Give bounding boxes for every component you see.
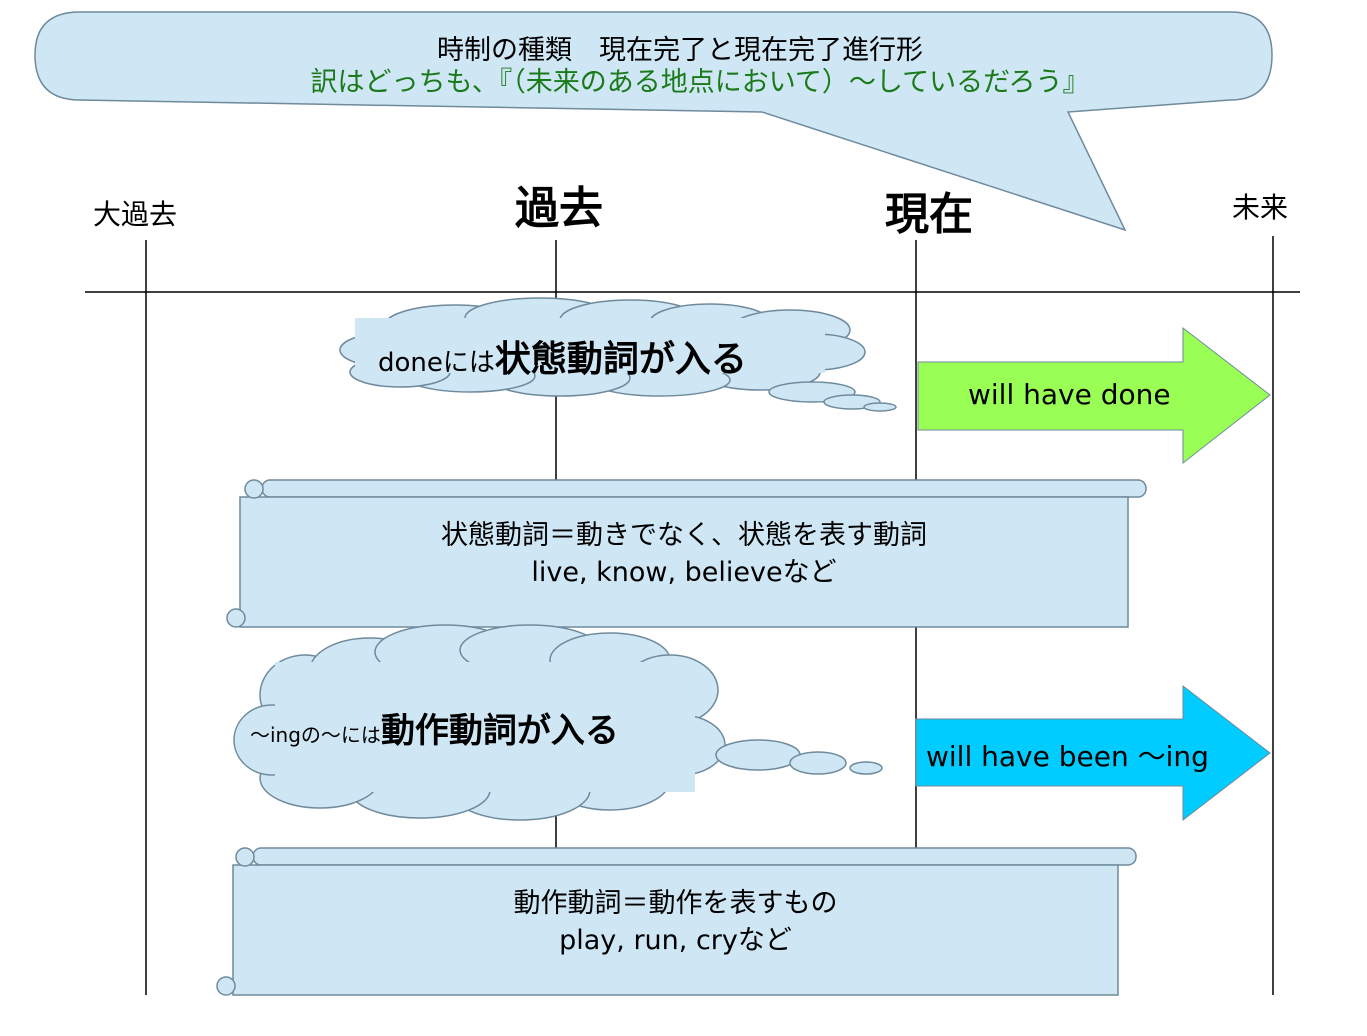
scroll-2-line-1: 動作動詞＝動作を表すもの <box>513 888 838 919</box>
scroll-1-text: 状態動詞＝動きでなく、状態を表す動詞 live, know, believeなど <box>240 517 1128 591</box>
scroll-2-line-2: play, run, cryなど <box>559 925 792 956</box>
label-genzai: 現在 <box>885 189 973 240</box>
scroll-1-line-1: 状態動詞＝動きでなく、状態を表す動詞 <box>441 520 927 551</box>
cloud-1-prefix: doneには <box>378 348 495 378</box>
label-daikako: 大過去 <box>93 198 178 231</box>
bubble-line-2: 訳はどっちも、『（未来のある地点において）～しているだろう』 <box>310 67 1090 98</box>
label-kako: 過去 <box>515 183 603 234</box>
arrow-2-label: will have been ～ing <box>926 740 1209 773</box>
diagram-canvas: 時制の種類 現在完了と現在完了進行形 訳はどっちも、『（未来のある地点において）… <box>0 0 1367 1036</box>
cloud-2-prefix: ～ingの～には <box>250 723 381 747</box>
label-mirai: 未来 <box>1232 191 1289 224</box>
cloud-2-bold: 動作動詞が入る <box>380 711 619 751</box>
scroll-1-line-2: live, know, believeなど <box>531 557 837 588</box>
cloud-1-text: doneには状態動詞が入る <box>378 330 747 382</box>
scroll-2-text: 動作動詞＝動作を表すもの play, run, cryなど <box>233 885 1118 959</box>
cloud-2-text: ～ingの～には動作動詞が入る <box>250 703 619 752</box>
arrow-1-label: will have done <box>968 378 1171 411</box>
cloud-1-bold: 状態動詞が入る <box>494 339 747 380</box>
